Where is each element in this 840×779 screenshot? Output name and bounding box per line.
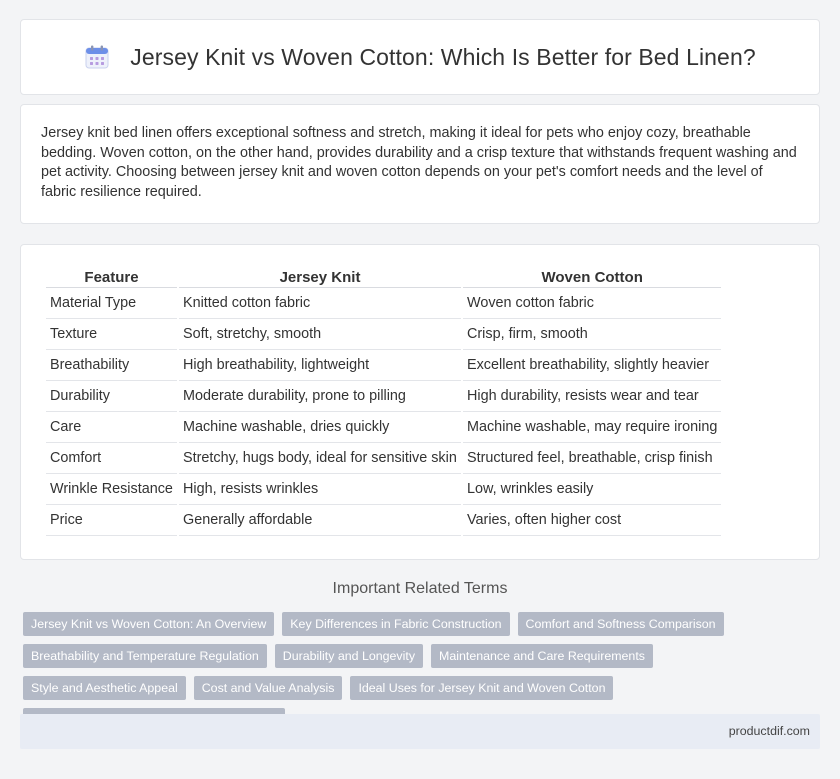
related-term-tag[interactable]: Style and Aesthetic Appeal (23, 676, 186, 700)
related-term-tag[interactable]: Maintenance and Care Requirements (431, 644, 653, 668)
woven-cotton-cell: High durability, resists wear and tear (463, 381, 722, 412)
related-term-tag[interactable]: Key Differences in Fabric Construction (282, 612, 510, 636)
intro-card: Jersey knit bed linen offers exceptional… (20, 104, 820, 224)
page-title: Jersey Knit vs Woven Cotton: Which Is Be… (130, 43, 756, 70)
jersey-knit-cell: Generally affordable (179, 505, 461, 536)
intro-text: Jersey knit bed linen offers exceptional… (41, 125, 797, 200)
woven-cotton-cell: Excellent breathability, slightly heavie… (463, 350, 722, 381)
jersey-knit-cell: High, resists wrinkles (179, 474, 461, 505)
woven-cotton-cell: Low, wrinkles easily (463, 474, 722, 505)
table-row: Breathability High breathability, lightw… (46, 350, 722, 381)
table-row: Wrinkle Resistance High, resists wrinkle… (46, 474, 722, 505)
related-term-tag[interactable]: Comfort and Softness Comparison (517, 612, 724, 636)
comparison-table: Feature Jersey Knit Woven Cotton Materia… (44, 265, 723, 536)
header-jersey-knit: Jersey Knit (179, 265, 461, 288)
feature-cell: Care (46, 412, 177, 443)
jersey-knit-cell: Stretchy, hugs body, ideal for sensitive… (179, 443, 461, 474)
woven-cotton-cell: Woven cotton fabric (463, 288, 722, 319)
table-row: Comfort Stretchy, hugs body, ideal for s… (46, 443, 722, 474)
table-row: Texture Soft, stretchy, smooth Crisp, fi… (46, 319, 722, 350)
comparison-table-card: Feature Jersey Knit Woven Cotton Materia… (20, 244, 820, 560)
woven-cotton-cell: Machine washable, may require ironing (463, 412, 722, 443)
woven-cotton-cell: Structured feel, breathable, crisp finis… (463, 443, 722, 474)
table-row: Price Generally affordable Varies, often… (46, 505, 722, 536)
header-feature: Feature (46, 265, 177, 288)
feature-cell: Texture (46, 319, 177, 350)
header-woven-cotton: Woven Cotton (463, 265, 722, 288)
jersey-knit-cell: High breathability, lightweight (179, 350, 461, 381)
feature-cell: Breathability (46, 350, 177, 381)
calendar-icon (84, 44, 110, 70)
title-wrap: Jersey Knit vs Woven Cotton: Which Is Be… (84, 44, 756, 71)
related-term-tag[interactable]: Cost and Value Analysis (193, 676, 343, 700)
jersey-knit-cell: Knitted cotton fabric (179, 288, 461, 319)
jersey-knit-cell: Soft, stretchy, smooth (179, 319, 461, 350)
table-row: Material Type Knitted cotton fabric Wove… (46, 288, 722, 319)
jersey-knit-cell: Machine washable, dries quickly (179, 412, 461, 443)
related-term-tag[interactable]: Breathability and Temperature Regulation (23, 644, 267, 668)
feature-cell: Durability (46, 381, 177, 412)
feature-cell: Wrinkle Resistance (46, 474, 177, 505)
related-term-tag[interactable]: Ideal Uses for Jersey Knit and Woven Cot… (350, 676, 614, 700)
site-link[interactable]: productdif.com (729, 724, 810, 738)
feature-cell: Comfort (46, 443, 177, 474)
woven-cotton-cell: Crisp, firm, smooth (463, 319, 722, 350)
related-term-tag[interactable]: Durability and Longevity (274, 644, 424, 668)
feature-cell: Material Type (46, 288, 177, 319)
footer: productdif.com (20, 714, 820, 749)
related-terms-heading: Important Related Terms (332, 580, 508, 597)
header-card: Jersey Knit vs Woven Cotton: Which Is Be… (20, 19, 820, 95)
table-row: Care Machine washable, dries quickly Mac… (46, 412, 722, 443)
table-header-row: Feature Jersey Knit Woven Cotton (46, 265, 722, 288)
jersey-knit-cell: Moderate durability, prone to pilling (179, 381, 461, 412)
table-row: Durability Moderate durability, prone to… (46, 381, 722, 412)
related-term-tag[interactable]: Jersey Knit vs Woven Cotton: An Overview (23, 612, 275, 636)
woven-cotton-cell: Varies, often higher cost (463, 505, 722, 536)
feature-cell: Price (46, 505, 177, 536)
